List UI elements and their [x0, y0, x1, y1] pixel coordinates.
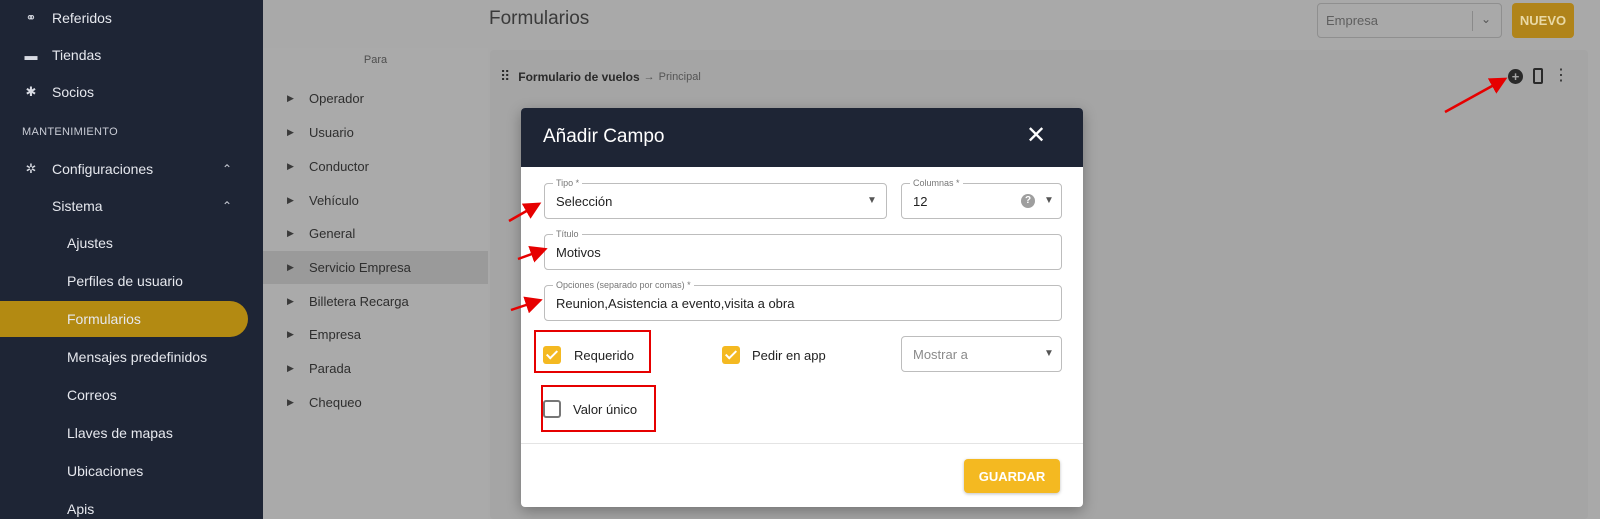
chevron-up-icon: ⌃ [222, 162, 233, 176]
sidebar-item-label: Tiendas [52, 47, 102, 63]
annotation-box-requerido [534, 330, 651, 373]
tree-item-chequeo[interactable]: ▶ Chequeo [263, 386, 488, 419]
dropdown-arrow-icon: ▼ [1044, 195, 1054, 206]
caret-right-icon: ▶ [287, 296, 294, 306]
titulo-value: Motivos [556, 245, 601, 260]
tree-item-empresa[interactable]: ▶ Empresa [263, 318, 488, 351]
sidebar-item-label: Apis [67, 501, 95, 517]
dialog-divider [521, 443, 1083, 444]
caret-right-icon: ▶ [287, 262, 294, 272]
columnas-select[interactable]: Columnas * 12 ? ▼ [901, 177, 1062, 219]
tree-item-vehiculo[interactable]: ▶ Vehículo [263, 184, 488, 217]
company-select-value: Empresa [1326, 13, 1379, 28]
pedir-en-app-checkbox[interactable] [722, 346, 740, 364]
sidebar-item-label: Formularios [67, 311, 141, 327]
caret-right-icon: ▶ [287, 195, 294, 205]
opciones-value: Reunion,Asistencia a evento,visita a obr… [556, 296, 795, 311]
tipo-label: Tipo * [553, 177, 583, 189]
drag-handle-icon[interactable]: ⠿ [500, 68, 510, 85]
mobile-preview-icon[interactable] [1533, 68, 1543, 84]
caret-right-icon: ▶ [287, 397, 294, 407]
sidebar-item-label: Ubicaciones [67, 463, 144, 479]
company-select[interactable]: Empresa ⌄ [1317, 3, 1502, 38]
sidebar-item-label: Socios [52, 84, 95, 100]
referrals-icon: ⚭ [25, 10, 37, 25]
sidebar-item-label: Llaves de mapas [67, 425, 173, 441]
sidebar-item-label: Mensajes predefinidos [67, 349, 208, 365]
chevron-up-icon: ⌃ [222, 199, 233, 213]
select-divider [1472, 11, 1473, 31]
add-field-dialog: Añadir Campo ✕ Tipo * Selección ▼ Column… [521, 108, 1083, 507]
chevron-down-icon: ⌄ [1481, 12, 1492, 26]
tree-item-label: Chequeo [309, 395, 362, 410]
page-title: Formularios [489, 8, 590, 29]
titulo-field[interactable]: Título Motivos [544, 228, 1062, 270]
tree-item-servicio-empresa[interactable]: ▶ Servicio Empresa [263, 251, 488, 284]
form-name: Formulario de vuelos [518, 69, 640, 84]
tree-item-label: General [309, 226, 356, 241]
sidebar-item-label: Ajustes [67, 235, 113, 251]
add-field-icon[interactable]: + [1508, 68, 1523, 84]
annotation-box-valor-unico [541, 385, 656, 432]
tree-item-label: Conductor [309, 159, 369, 174]
caret-right-icon: ▶ [287, 127, 294, 137]
tree-item-conductor[interactable]: ▶ Conductor [263, 150, 488, 183]
dialog-title: Añadir Campo [543, 126, 665, 147]
dropdown-arrow-icon: ▼ [1044, 348, 1054, 359]
columnas-label: Columnas * [910, 177, 963, 189]
arrow-right-icon: → [643, 70, 655, 83]
tree-item-usuario[interactable]: ▶ Usuario [263, 116, 488, 149]
sidebar: ⚭ Referidos ▬ Tiendas ✱ Socios MANTENIMI… [0, 0, 263, 519]
tree-item-label: Operador [309, 91, 364, 106]
dropdown-arrow-icon: ▼ [867, 195, 877, 206]
opciones-label: Opciones (separado por comas) * [553, 279, 694, 291]
titulo-label: Título [553, 228, 582, 240]
dialog-header: Añadir Campo ✕ [521, 108, 1083, 167]
form-header: ⠿ Formulario de vuelos → Principal [500, 68, 701, 85]
caret-right-icon: ▶ [287, 93, 294, 103]
mostrar-a-select[interactable]: Mostrar a ▼ [901, 336, 1062, 372]
sidebar-section-title: MANTENIMIENTO [22, 126, 118, 138]
opciones-field[interactable]: Opciones (separado por comas) * Reunion,… [544, 279, 1062, 321]
sidebar-item-label: Configuraciones [52, 161, 154, 177]
tree-item-general[interactable]: ▶ General [263, 217, 488, 250]
tree-item-label: Parada [309, 361, 351, 376]
tipo-select[interactable]: Tipo * Selección ▼ [544, 177, 887, 219]
new-button[interactable]: NUEVO [1512, 3, 1574, 38]
tipo-value: Selección [556, 194, 613, 209]
sidebar-item-label: Correos [67, 387, 117, 403]
help-icon[interactable]: ? [1021, 194, 1035, 208]
tree-item-label: Vehículo [309, 193, 359, 208]
more-vert-icon[interactable]: ⋮ [1553, 68, 1569, 84]
caret-right-icon: ▶ [287, 161, 294, 171]
caret-right-icon: ▶ [287, 329, 294, 339]
mostrar-a-placeholder: Mostrar a [913, 347, 968, 362]
tree-item-label: Usuario [309, 125, 354, 140]
tree-item-label: Empresa [309, 327, 362, 342]
sidebar-item-label: Perfiles de usuario [67, 273, 183, 289]
sidebar-item-label: Referidos [52, 10, 112, 26]
tree-item-label: Billetera Recarga [309, 294, 409, 309]
caret-right-icon: ▶ [287, 228, 294, 238]
store-icon: ▬ [24, 47, 38, 63]
gear-icon: ✲ [25, 161, 37, 176]
partners-icon: ✱ [25, 84, 37, 99]
close-icon[interactable]: ✕ [1026, 124, 1046, 148]
pedir-en-app-label: Pedir en app [752, 348, 826, 363]
columnas-value: 12 [913, 194, 928, 209]
tree-item-billetera-recarga[interactable]: ▶ Billetera Recarga [263, 285, 488, 318]
tree-item-operador[interactable]: ▶ Operador [263, 82, 488, 115]
sidebar-item-label: Sistema [52, 198, 103, 214]
form-toolbar: + ⋮ [1508, 68, 1569, 84]
tree-item-parada[interactable]: ▶ Parada [263, 352, 488, 385]
save-button[interactable]: GUARDAR [964, 459, 1060, 493]
caret-right-icon: ▶ [287, 363, 294, 373]
para-header: Para [363, 54, 388, 66]
form-subtitle: Principal [658, 70, 701, 83]
tree-item-label: Servicio Empresa [309, 260, 411, 275]
